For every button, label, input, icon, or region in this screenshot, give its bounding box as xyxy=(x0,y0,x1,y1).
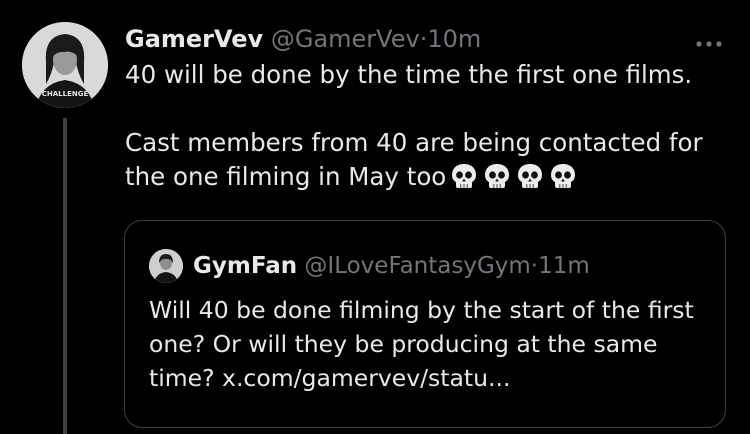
quoted-author-handle[interactable]: @ILoveFantasyGym xyxy=(304,249,530,283)
quoted-tweet-text: Will 40 be done filming by the start of … xyxy=(149,293,709,395)
author-handle[interactable]: @GamerVev xyxy=(271,25,420,53)
quoted-author-avatar[interactable] xyxy=(149,249,183,283)
skull-emoji-group xyxy=(450,163,577,189)
skull-icon xyxy=(551,164,576,188)
quoted-tweet-timestamp[interactable]: 11m xyxy=(538,249,590,283)
tweet-paragraph-text: Cast members from 40 are being contacted… xyxy=(125,128,703,191)
skull-icon xyxy=(485,164,510,188)
quoted-tweet-card[interactable]: GymFan @ILoveFantasyGym · 11m Will 40 be d… xyxy=(124,220,726,428)
author-display-name[interactable]: GamerVev xyxy=(125,25,263,53)
tweet-paragraph: Cast members from 40 are being contacted… xyxy=(125,126,735,194)
thread-line xyxy=(63,118,67,434)
skull-icon xyxy=(452,164,477,188)
tweet-header: GamerVev @GamerVev·10m xyxy=(125,22,710,56)
quoted-author-display-name[interactable]: GymFan xyxy=(193,249,297,283)
tweet-text: 40 will be done by the time the first on… xyxy=(125,58,735,194)
tweet-paragraph: 40 will be done by the time the first on… xyxy=(125,60,693,89)
author-avatar[interactable]: CHALLENGE xyxy=(22,22,108,108)
quoted-tweet-header: GymFan @ILoveFantasyGym · 11m xyxy=(149,249,590,283)
quoted-tweet-paragraph: Will 40 be done filming by the start of … xyxy=(149,296,694,392)
skull-icon xyxy=(518,164,543,188)
tweet-timestamp[interactable]: 10m xyxy=(427,25,481,53)
avatar-shirt-logo: CHALLENGE xyxy=(42,90,89,98)
quoted-header-separator: · xyxy=(530,253,539,279)
more-horizontal-icon[interactable] xyxy=(694,34,724,47)
